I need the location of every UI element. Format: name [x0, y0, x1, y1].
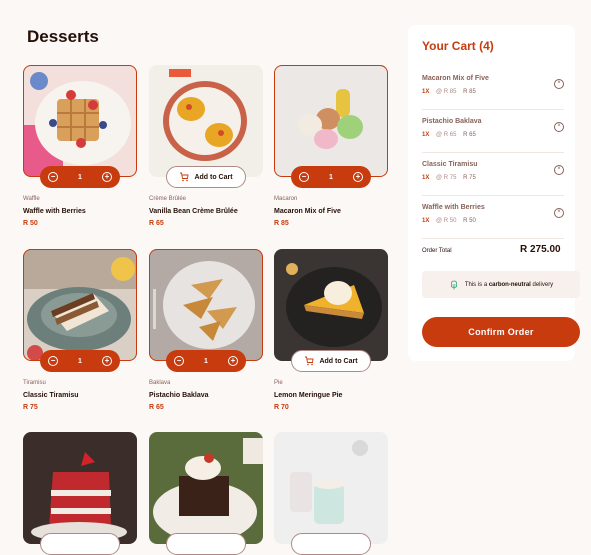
cart-item-total: R 50	[463, 218, 476, 224]
plus-icon[interactable]: +	[353, 172, 363, 182]
product-price: R 75	[23, 404, 38, 411]
quantity-value: 1	[78, 173, 82, 181]
carbon-neutral-notice: This is a carbon-neutral delivery	[422, 271, 580, 298]
product-grid: − 1 + Waffle Waffle with Berries R 50 Ad…	[0, 0, 400, 555]
product-price: R 70	[274, 404, 289, 411]
product-category: Macaron	[274, 196, 298, 202]
minus-icon[interactable]: −	[48, 356, 58, 366]
product-image	[23, 65, 137, 177]
cart-item-name: Waffle with Berries	[422, 204, 485, 211]
plus-icon[interactable]: +	[102, 172, 112, 182]
product-name: Classic Tiramisu	[23, 392, 79, 399]
product-category: Waffle	[23, 196, 40, 202]
product-image	[274, 65, 388, 177]
add-to-cart-button[interactable]	[40, 533, 120, 555]
cart-item: Macaron Mix of Five 1X @ R 85 R 85 ×	[422, 67, 564, 110]
product-category: Crème Brûlée	[149, 196, 187, 202]
product-image	[149, 249, 263, 361]
cart-item-qty: 1X	[422, 218, 430, 224]
cart-plus-icon	[179, 172, 189, 182]
add-to-cart-button[interactable]: Add to Cart	[166, 166, 246, 188]
product-image	[23, 249, 137, 361]
product-name: Lemon Meringue Pie	[274, 392, 343, 399]
product-image	[149, 432, 263, 544]
cart-item-name: Pistachio Baklava	[422, 118, 482, 125]
product-category: Baklava	[149, 380, 171, 386]
cart-plus-icon	[304, 356, 314, 366]
cart-item-total: R 85	[463, 89, 476, 95]
quantity-stepper[interactable]: − 1 +	[40, 166, 120, 188]
cart-item: Pistachio Baklava 1X @ R 65 R 65 ×	[422, 110, 564, 153]
cart-item-details: 1X @ R 85 R 85	[422, 89, 476, 95]
product-price: R 85	[274, 220, 289, 227]
cart-item-qty: 1X	[422, 132, 430, 138]
product-price: R 65	[149, 220, 164, 227]
minus-icon[interactable]: −	[48, 172, 58, 182]
add-to-cart-button[interactable]	[166, 533, 246, 555]
product-image	[149, 65, 263, 177]
close-circle-icon[interactable]: ×	[554, 165, 564, 175]
carbon-neutral-text: This is a carbon-neutral delivery	[464, 281, 554, 288]
product-image	[274, 432, 388, 544]
minus-icon[interactable]: −	[299, 172, 309, 182]
minus-icon[interactable]: −	[174, 356, 184, 366]
product-category: Tiramisu	[23, 380, 46, 386]
cart-item: Waffle with Berries 1X @ R 50 R 50 ×	[422, 196, 564, 239]
add-to-cart-label: Add to Cart	[319, 357, 358, 365]
product-name: Macaron Mix of Five	[274, 208, 341, 215]
add-to-cart-button[interactable]: Add to Cart	[291, 350, 371, 372]
cart-item-total: R 75	[463, 175, 476, 181]
quantity-stepper[interactable]: − 1 +	[291, 166, 371, 188]
product-name: Vanilla Bean Crème Brûlée	[149, 208, 238, 215]
cart-item-qty: 1X	[422, 175, 430, 181]
cart-item-details: 1X @ R 75 R 75	[422, 175, 476, 181]
cart-item-unit-price: @ R 50	[436, 218, 457, 224]
quantity-value: 1	[204, 357, 208, 365]
cart-item-total: R 65	[463, 132, 476, 138]
product-image	[274, 249, 388, 361]
confirm-order-button[interactable]: Confirm Order	[422, 317, 580, 347]
product-name: Pistachio Baklava	[149, 392, 209, 399]
cart-item: Classic Tiramisu 1X @ R 75 R 75 ×	[422, 153, 564, 196]
order-total-label: Order Total	[422, 248, 452, 254]
cart-panel: Your Cart (4) Macaron Mix of Five 1X @ R…	[408, 25, 580, 361]
quantity-stepper[interactable]: − 1 +	[166, 350, 246, 372]
tree-icon	[449, 280, 459, 290]
product-image	[23, 432, 137, 544]
product-price: R 65	[149, 404, 164, 411]
cart-item-unit-price: @ R 85	[436, 89, 457, 95]
cart-item-unit-price: @ R 75	[436, 175, 457, 181]
cart-item-details: 1X @ R 65 R 65	[422, 132, 476, 138]
add-to-cart-label: Add to Cart	[194, 173, 233, 181]
cart-item-unit-price: @ R 65	[436, 132, 457, 138]
cart-item-qty: 1X	[422, 89, 430, 95]
plus-icon[interactable]: +	[228, 356, 238, 366]
cart-item-name: Macaron Mix of Five	[422, 75, 489, 82]
add-to-cart-button[interactable]	[291, 533, 371, 555]
cart-item-details: 1X @ R 50 R 50	[422, 218, 476, 224]
close-circle-icon[interactable]: ×	[554, 122, 564, 132]
cart-title: Your Cart (4)	[422, 39, 494, 53]
product-price: R 50	[23, 220, 38, 227]
quantity-value: 1	[78, 357, 82, 365]
close-circle-icon[interactable]: ×	[554, 208, 564, 218]
plus-icon[interactable]: +	[102, 356, 112, 366]
quantity-stepper[interactable]: − 1 +	[40, 350, 120, 372]
quantity-value: 1	[329, 173, 333, 181]
product-category: Pie	[274, 380, 283, 386]
close-circle-icon[interactable]: ×	[554, 79, 564, 89]
order-total-value: R 275.00	[520, 244, 561, 255]
product-name: Waffle with Berries	[23, 208, 86, 215]
cart-item-name: Classic Tiramisu	[422, 161, 478, 168]
